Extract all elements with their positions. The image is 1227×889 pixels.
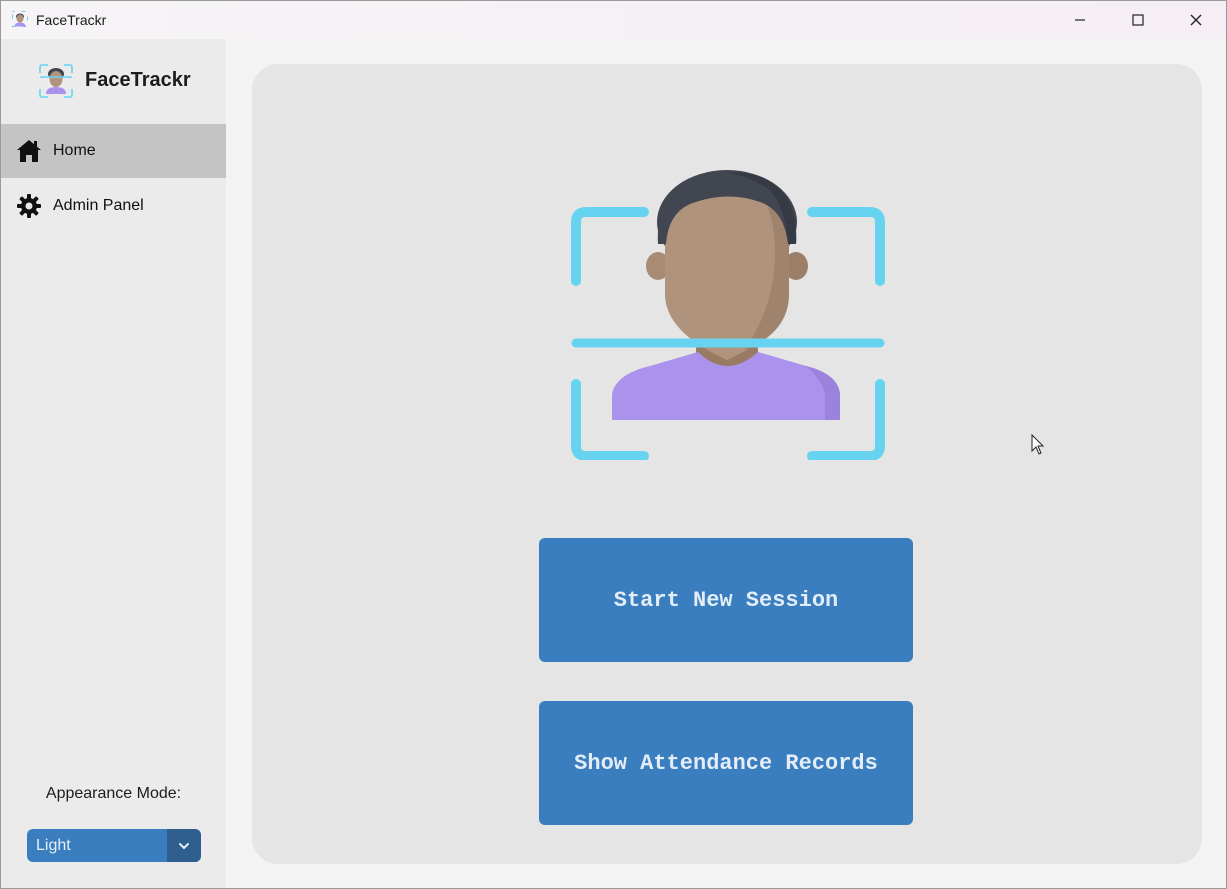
sidebar-brand: FaceTrackr (1, 39, 226, 123)
dropdown-toggle[interactable] (167, 829, 201, 862)
sidebar-item-label: Home (53, 142, 96, 159)
app-window: FaceTrackr FaceTrackr Home Admin Panel A… (0, 0, 1227, 889)
sidebar: FaceTrackr Home Admin Panel Appearance M… (1, 39, 226, 888)
close-icon (1190, 14, 1202, 26)
home-icon (17, 140, 41, 162)
sidebar-item-label: Admin Panel (53, 197, 144, 214)
close-button[interactable] (1167, 1, 1225, 39)
face-scan-logo-icon (39, 64, 73, 98)
appearance-mode-label: Appearance Mode: (45, 785, 182, 802)
start-new-session-button[interactable]: Start New Session (539, 538, 913, 662)
minimize-icon (1075, 19, 1085, 21)
sidebar-item-home[interactable]: Home (1, 124, 226, 178)
gear-icon (17, 194, 41, 218)
face-scan-icon (571, 170, 885, 460)
maximize-icon (1132, 14, 1144, 26)
maximize-button[interactable] (1109, 1, 1167, 39)
show-attendance-records-button[interactable]: Show Attendance Records (539, 701, 913, 825)
brand-name: FaceTrackr (85, 69, 191, 91)
appearance-mode-select[interactable]: Light (27, 829, 201, 862)
chevron-down-icon (179, 842, 189, 849)
main-panel: Start New Session Show Attendance Record… (252, 64, 1202, 864)
title-bar[interactable]: FaceTrackr (1, 1, 1226, 39)
minimize-button[interactable] (1051, 1, 1109, 39)
app-logo-icon (12, 11, 28, 27)
sidebar-item-admin-panel[interactable]: Admin Panel (1, 179, 226, 233)
mouse-cursor-icon (1031, 434, 1045, 455)
appearance-mode-value: Light (36, 837, 71, 854)
window-title: FaceTrackr (36, 12, 107, 28)
